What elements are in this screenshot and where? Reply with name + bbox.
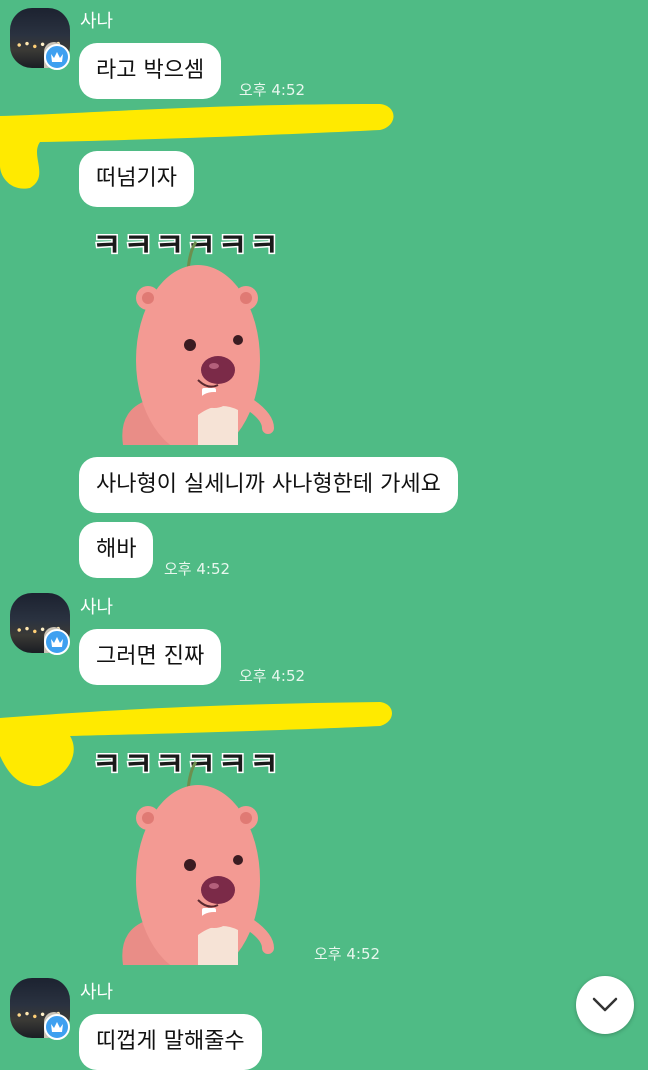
message-bubble[interactable]: 라고 박으셈: [79, 43, 222, 99]
message-bubble[interactable]: 해바: [79, 522, 154, 578]
yellow-redaction-mark: [0, 104, 394, 189]
crown-icon: [44, 629, 70, 655]
sender-name: 사나: [80, 982, 114, 1003]
beaver-sticker[interactable]: [118, 240, 278, 445]
message-bubble[interactable]: 떠넘기자: [79, 151, 194, 207]
sender-name: 사나: [80, 11, 114, 32]
message-time: 오후 4:52: [239, 667, 306, 685]
message-time: 오후 4:52: [164, 560, 231, 578]
crown-icon: [44, 44, 70, 70]
message-bubble[interactable]: 사나형이 실세니까 사나형한테 가세요: [79, 457, 458, 513]
scroll-to-bottom-button[interactable]: [576, 976, 634, 1034]
chevron-down-icon: [592, 997, 618, 1012]
message-bubble[interactable]: 그러면 진짜: [79, 629, 222, 685]
message-time: 오후 4:52: [314, 945, 381, 963]
message-bubble[interactable]: 띠껍게 말해줄수: [79, 1014, 262, 1070]
crown-icon: [44, 1014, 70, 1040]
sender-name: 사나: [80, 597, 114, 618]
beaver-sticker[interactable]: [118, 760, 278, 965]
